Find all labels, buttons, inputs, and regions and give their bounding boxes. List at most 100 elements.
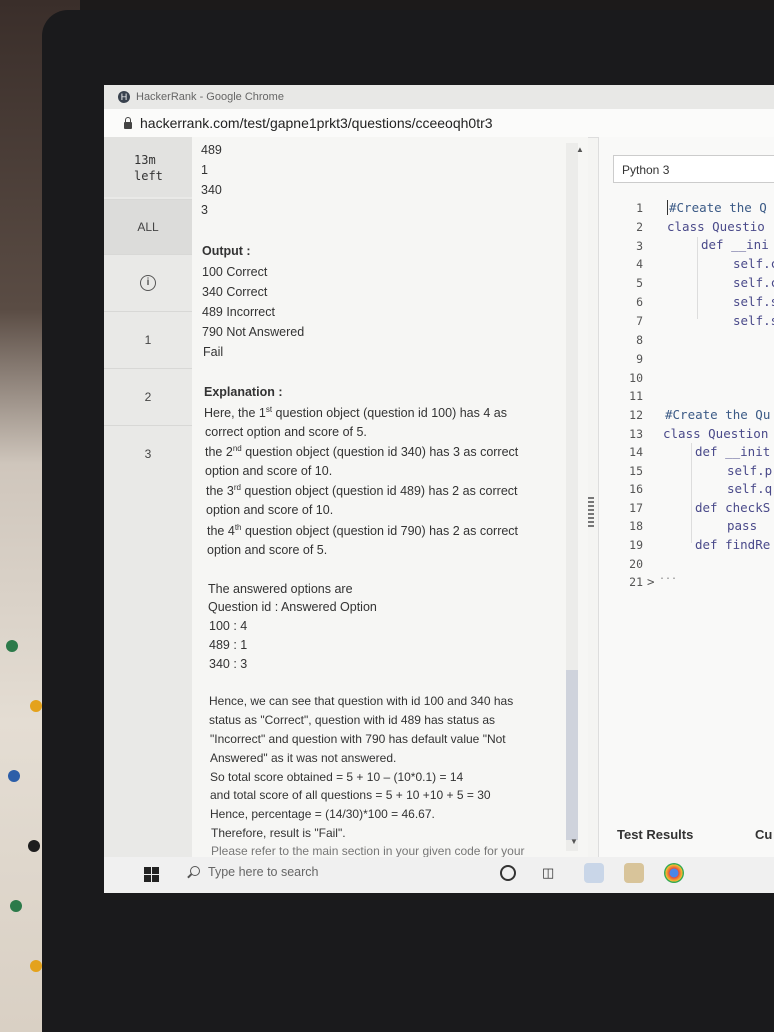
sample-input-line: 489	[201, 143, 222, 157]
answered-line: 100 : 4	[209, 619, 248, 633]
windows-start-icon[interactable]	[144, 867, 160, 883]
nav-item-question-2[interactable]: 2	[104, 368, 192, 425]
code-line[interactable]: #Create the Qu	[665, 407, 770, 422]
explanation-line: option and score of 10.	[205, 464, 333, 478]
summary-line: "Incorrect" and question with 790 has de…	[210, 732, 506, 746]
code-line[interactable]: def findRe	[695, 537, 770, 552]
fold-arrow-icon[interactable]: >	[647, 574, 655, 589]
nav-item-label: 2	[144, 390, 152, 404]
code-line[interactable]: class Question	[663, 426, 768, 441]
decor-dot	[8, 770, 20, 782]
cortana-icon[interactable]	[500, 865, 516, 881]
summary-line: Answered" as it was not answered.	[210, 751, 397, 765]
decor-dot	[6, 640, 18, 652]
laptop-screen: H HackerRank - Google Chrome hackerrank.…	[104, 85, 774, 893]
chrome-icon[interactable]	[664, 863, 684, 883]
line-number: 8	[636, 333, 643, 347]
explanation-heading: Explanation :	[204, 385, 283, 399]
line-number: 16	[629, 482, 643, 496]
window-title: HackerRank - Google Chrome	[136, 91, 284, 103]
summary-line: status as "Correct", question with id 48…	[209, 713, 495, 727]
summary-line: So total score obtained = 5 + 10 – (10*0…	[210, 770, 464, 784]
code-line[interactable]: def __init	[695, 444, 770, 459]
code-line[interactable]: pass	[727, 518, 757, 533]
code-line[interactable]: self.p	[727, 463, 772, 478]
sample-input-line: 340	[201, 183, 222, 197]
address-bar[interactable]: hackerrank.com/test/gapne1prkt3/question…	[104, 109, 774, 138]
url-text[interactable]: hackerrank.com/test/gapne1prkt3/question…	[140, 115, 493, 131]
search-placeholder[interactable]: Type here to search	[208, 865, 318, 879]
code-editor: Python 3 1 2 3 4 5 6 7 8 9 10 11 12 13 1…	[598, 137, 774, 857]
line-number: 11	[629, 389, 643, 403]
folded-code-ellipsis[interactable]: ...	[659, 571, 677, 582]
summary-line: Therefore, result is "Fail".	[211, 826, 346, 840]
output-line: 340 Correct	[202, 285, 268, 299]
line-number: 20	[629, 557, 643, 571]
answered-subheading: Question id : Answered Option	[208, 600, 377, 614]
lock-icon	[124, 116, 132, 129]
windows-taskbar: Type here to search ◫	[104, 857, 774, 893]
explanation-line: option and score of 5.	[207, 543, 328, 557]
decor-dot	[30, 960, 42, 972]
taskbar-search[interactable]: Type here to search	[190, 865, 318, 879]
code-line[interactable]: def checkS	[695, 500, 770, 515]
output-line: Fail	[203, 345, 224, 359]
info-icon: i	[140, 275, 156, 291]
explanation-line: correct option and score of 5.	[205, 425, 367, 439]
scroll-down-arrow-icon[interactable]: ▼	[570, 837, 578, 846]
line-number: 7	[636, 314, 643, 328]
task-view-icon[interactable]: ◫	[542, 865, 554, 881]
pane-splitter-handle[interactable]	[584, 495, 598, 535]
line-number: 6	[636, 295, 643, 309]
summary-line: Please refer to the main section in your…	[211, 844, 525, 858]
timer-value: 13m	[134, 153, 156, 167]
line-number: 3	[636, 239, 643, 253]
nav-item-info[interactable]: i	[104, 254, 192, 311]
summary-line: Hence, we can see that question with id …	[209, 694, 514, 708]
output-line: 790 Not Answered	[202, 325, 305, 339]
answered-line: 340 : 3	[209, 657, 248, 671]
nav-item-question-3[interactable]: 3	[104, 425, 192, 482]
file-explorer-icon[interactable]	[624, 863, 644, 883]
code-line[interactable]: self.s	[733, 294, 774, 309]
nav-item-question-1[interactable]: 1	[104, 311, 192, 368]
code-line[interactable]: #Create the Q	[667, 200, 767, 215]
question-content: 489 1 340 3 Output : 100 Correct 340 Cor…	[192, 137, 588, 858]
line-number: 17	[629, 501, 643, 515]
indent-guide	[691, 443, 692, 543]
code-line[interactable]: class Questio	[667, 219, 765, 234]
line-number: 18	[629, 519, 643, 533]
sample-input-line: 3	[201, 203, 208, 217]
indent-guide	[697, 237, 698, 319]
explanation-line: the 2nd question object (question id 340…	[205, 444, 519, 460]
decor-dot	[30, 700, 42, 712]
code-line[interactable]: self.c	[733, 256, 774, 271]
decor-dot	[10, 900, 22, 912]
custom-input-tab[interactable]: Cu	[755, 827, 772, 842]
sample-input-line: 1	[201, 163, 208, 177]
nav-item-all[interactable]: ALL	[104, 199, 192, 254]
explanation-line: the 4th question object (question id 790…	[207, 523, 519, 539]
code-line[interactable]: self.s	[733, 313, 774, 328]
app-icon[interactable]	[584, 863, 604, 883]
answered-heading: The answered options are	[208, 582, 353, 596]
content-scroll-thumb[interactable]	[566, 670, 578, 840]
timer: 13m left	[104, 137, 192, 197]
summary-line: Hence, percentage = (14/30)*100 = 46.67.	[210, 807, 435, 821]
line-number: 4	[636, 257, 643, 271]
nav-item-label: 1	[144, 333, 152, 347]
line-number: 2	[636, 220, 643, 234]
test-results-tab[interactable]: Test Results	[617, 827, 693, 842]
answered-line: 489 : 1	[209, 638, 248, 652]
code-line[interactable]: self.q	[727, 481, 772, 496]
search-icon	[190, 866, 200, 876]
line-number: 13	[629, 427, 643, 441]
line-number: 10	[629, 371, 643, 385]
line-number: 19	[629, 538, 643, 552]
code-line[interactable]: self.c	[733, 275, 774, 290]
language-select[interactable]: Python 3	[613, 155, 774, 183]
code-line[interactable]: def __ini	[701, 237, 769, 252]
output-line: 489 Incorrect	[202, 305, 275, 319]
line-number: 9	[636, 352, 643, 366]
scroll-up-arrow-icon[interactable]: ▲	[576, 145, 584, 154]
